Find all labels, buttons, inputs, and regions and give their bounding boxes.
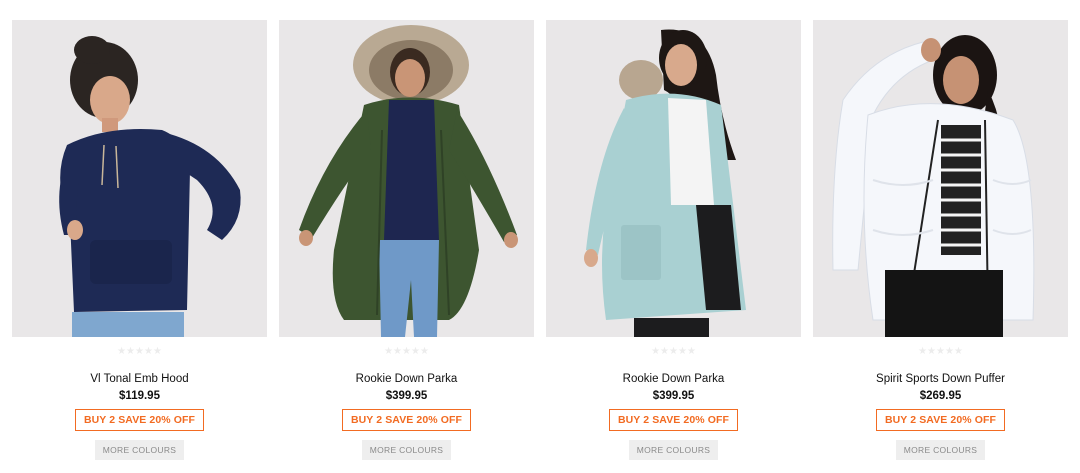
- product-price: $399.95: [385, 390, 428, 402]
- product-card[interactable]: ★★★★★ Vl Tonal Emb Hood $119.95 BUY 2 SA…: [12, 20, 267, 460]
- rating-stars: ★★★★★: [117, 346, 162, 357]
- product-card[interactable]: ★★★★★ Spirit Sports Down Puffer $269.95 …: [813, 20, 1068, 460]
- product-grid: ★★★★★ Vl Tonal Emb Hood $119.95 BUY 2 SA…: [12, 20, 1068, 460]
- product-image-hoodie[interactable]: [12, 20, 267, 337]
- product-price: $399.95: [652, 390, 695, 402]
- promo-badge[interactable]: BUY 2 SAVE 20% OFF: [74, 409, 205, 431]
- product-card[interactable]: ★★★★★ Rookie Down Parka $399.95 BUY 2 SA…: [546, 20, 801, 460]
- promo-badge[interactable]: BUY 2 SAVE 20% OFF: [341, 409, 472, 431]
- more-colours-button[interactable]: MORE COLOURS: [628, 440, 719, 460]
- product-name[interactable]: Vl Tonal Emb Hood: [90, 372, 188, 386]
- more-colours-button[interactable]: MORE COLOURS: [361, 440, 452, 460]
- rating-stars: ★★★★★: [918, 346, 963, 357]
- product-price: $119.95: [119, 390, 160, 402]
- product-image-blue-parka[interactable]: [546, 20, 801, 337]
- more-colours-button[interactable]: MORE COLOURS: [94, 440, 185, 460]
- product-card[interactable]: ★★★★★ Rookie Down Parka $399.95 BUY 2 SA…: [279, 20, 534, 460]
- product-name[interactable]: Spirit Sports Down Puffer: [876, 372, 1005, 386]
- product-name[interactable]: Rookie Down Parka: [623, 372, 725, 386]
- rating-stars: ★★★★★: [384, 346, 429, 357]
- product-name[interactable]: Rookie Down Parka: [356, 372, 458, 386]
- promo-badge[interactable]: BUY 2 SAVE 20% OFF: [608, 409, 739, 431]
- product-image-white-puffer[interactable]: [813, 20, 1068, 337]
- product-price: $269.95: [919, 390, 962, 402]
- rating-stars: ★★★★★: [651, 346, 696, 357]
- more-colours-button[interactable]: MORE COLOURS: [895, 440, 986, 460]
- promo-badge[interactable]: BUY 2 SAVE 20% OFF: [875, 409, 1006, 431]
- product-image-khaki-parka[interactable]: [279, 20, 534, 337]
